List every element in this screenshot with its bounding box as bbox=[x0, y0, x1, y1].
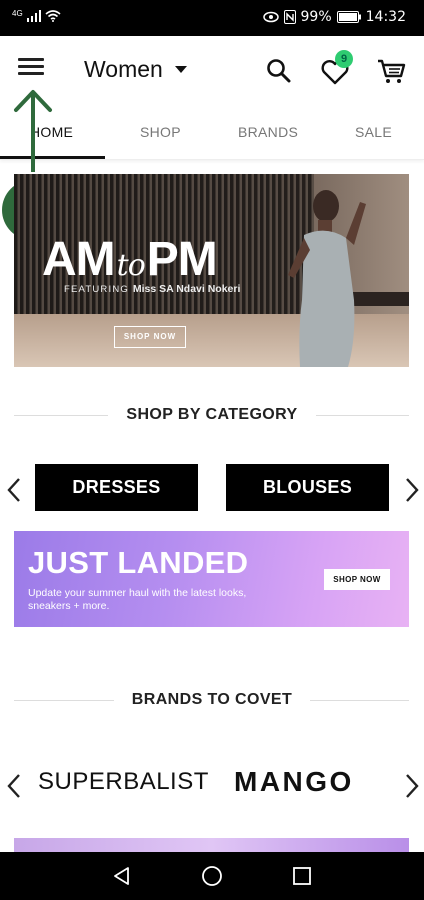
brands-section-heading: BRANDS TO COVET bbox=[0, 688, 424, 712]
hero-featuring-label: FEATURING bbox=[64, 284, 129, 295]
tab-sale[interactable]: SALE bbox=[355, 124, 392, 140]
clock: 14:32 bbox=[365, 9, 406, 25]
brand-superbalist[interactable]: SUPERBALIST bbox=[38, 764, 209, 800]
chevron-left-icon[interactable] bbox=[6, 476, 22, 504]
hamburger-menu-icon[interactable] bbox=[18, 58, 44, 80]
wishlist-count-badge: 9 bbox=[335, 50, 353, 68]
system-nav-bar bbox=[0, 852, 424, 900]
model-figure bbox=[288, 190, 366, 367]
category-section-heading: SHOP BY CATEGORY bbox=[0, 403, 424, 427]
hero-title-am: AM bbox=[42, 233, 116, 286]
network-type: 4G bbox=[12, 8, 23, 18]
category-blouses-button[interactable]: BLOUSES bbox=[226, 464, 389, 511]
battery-icon bbox=[336, 11, 361, 23]
tab-shop[interactable]: SHOP bbox=[140, 124, 181, 140]
category-dresses-button[interactable]: DRESSES bbox=[35, 464, 198, 511]
hero-title: AM to PM bbox=[42, 232, 218, 287]
status-right: 99% 14:32 bbox=[262, 9, 406, 25]
annotation-arrow-icon bbox=[14, 90, 52, 172]
wifi-icon bbox=[45, 10, 61, 22]
home-circle-icon[interactable] bbox=[200, 864, 224, 888]
battery-percent: 99% bbox=[300, 9, 332, 25]
status-bar: 4G 99% 14:32 bbox=[0, 0, 424, 36]
just-landed-title: JUST LANDED bbox=[28, 545, 249, 580]
section-selector[interactable]: Women bbox=[84, 56, 187, 83]
hero-title-to: to bbox=[116, 248, 146, 283]
just-landed-description: Update your summer haul with the latest … bbox=[28, 587, 247, 612]
tab-bar: HOME SHOP BRANDS SALE bbox=[0, 104, 424, 160]
chevron-right-icon[interactable] bbox=[404, 476, 420, 504]
hero-shop-now-button[interactable]: SHOP NOW bbox=[114, 326, 186, 348]
chevron-down-icon bbox=[174, 66, 187, 73]
tab-brands[interactable]: BRANDS bbox=[238, 124, 298, 140]
signal-icon bbox=[26, 10, 41, 22]
recents-square-icon[interactable] bbox=[290, 864, 314, 888]
brands-chevron-left-icon[interactable] bbox=[6, 772, 22, 800]
search-icon[interactable] bbox=[266, 58, 292, 84]
section-label: Women bbox=[84, 56, 163, 82]
hero-featuring-name: Miss SA Ndavi Nokeri bbox=[132, 283, 241, 295]
just-landed-banner[interactable]: JUST LANDED Update your summer haul with… bbox=[14, 531, 409, 627]
app-bar: Women bbox=[0, 36, 424, 104]
hero-title-pm: PM bbox=[146, 233, 218, 286]
just-landed-shop-now-button[interactable]: SHOP NOW bbox=[324, 569, 390, 590]
hero-featuring: FEATURING Miss SA Ndavi Nokeri bbox=[64, 283, 240, 295]
back-triangle-icon[interactable] bbox=[110, 864, 134, 888]
brands-chevron-right-icon[interactable] bbox=[404, 772, 420, 800]
brands-heading-text: BRANDS TO COVET bbox=[113, 691, 311, 709]
category-heading-text: SHOP BY CATEGORY bbox=[108, 406, 316, 424]
nfc-icon bbox=[283, 10, 296, 24]
eye-comfort-icon bbox=[262, 11, 279, 23]
hero-banner[interactable]: AM to PM FEATURING Miss SA Ndavi Nokeri … bbox=[14, 174, 409, 367]
cart-icon[interactable] bbox=[376, 56, 406, 86]
status-left: 4G bbox=[12, 8, 61, 22]
brand-mango[interactable]: MANGO bbox=[234, 764, 354, 800]
next-banner-peek bbox=[14, 838, 409, 852]
